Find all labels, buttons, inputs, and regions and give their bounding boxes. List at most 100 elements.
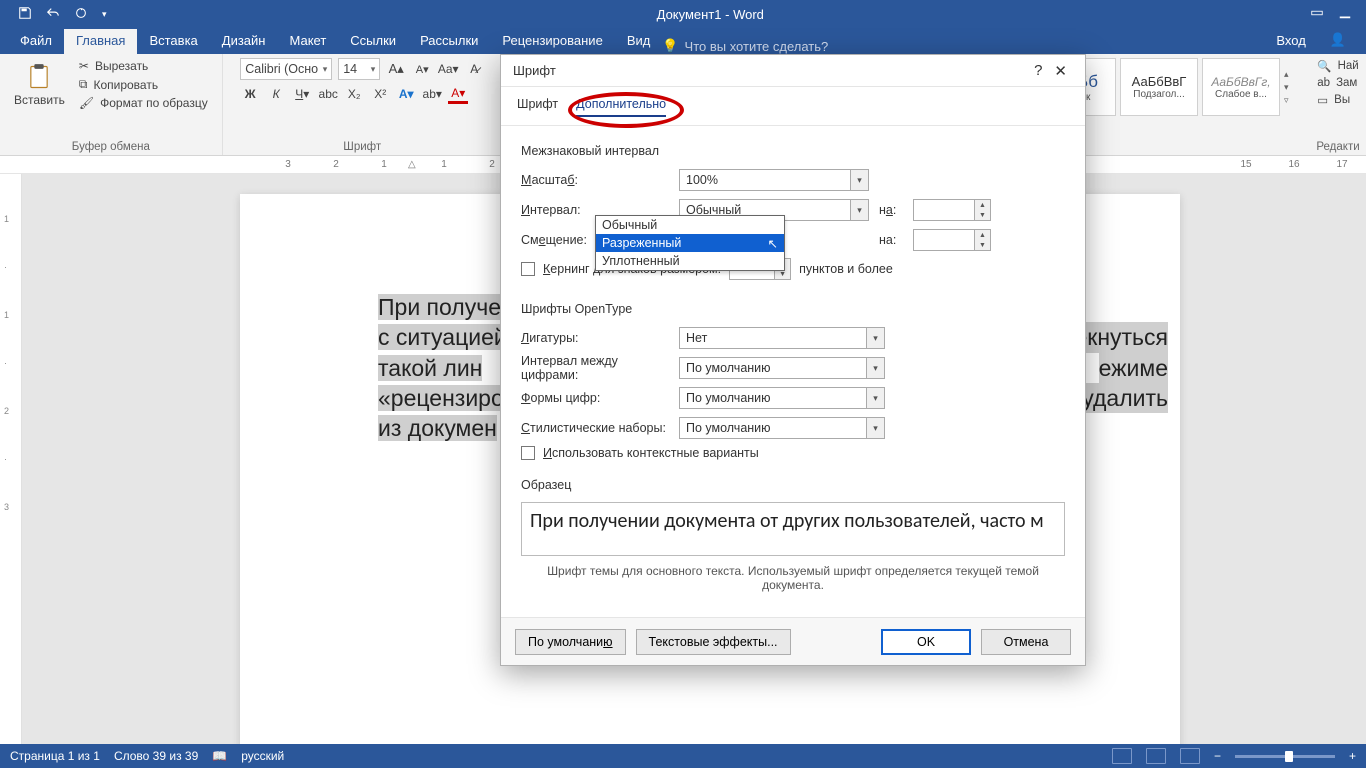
shrink-font-icon[interactable]: A▾ <box>412 59 432 79</box>
cancel-button[interactable]: Отмена <box>981 629 1071 655</box>
group-label-clipboard: Буфер обмена <box>72 141 150 153</box>
section-char-spacing: Межзнаковый интервал <box>521 144 1065 158</box>
numforms-label: Формы цифр: <box>521 391 669 405</box>
styles-more-icon[interactable]: ▴▾▿ <box>1284 58 1300 116</box>
paste-button[interactable]: Вставить <box>10 61 69 109</box>
highlight-icon[interactable]: ab▾ <box>422 84 442 104</box>
dialog-close-icon[interactable]: ✕ <box>1048 62 1073 80</box>
numspacing-label: Интервал между цифрами: <box>521 354 669 382</box>
style-subheading[interactable]: АаБбВвГПодзагол... <box>1120 58 1198 116</box>
font-name-combo[interactable]: Calibri (Осно▾ <box>240 58 332 80</box>
group-font: Calibri (Осно▾ 14▾ A▴ A▾ Aa▾ A̷ Ж К Ч▾ a… <box>223 54 503 155</box>
status-language[interactable]: русский <box>241 749 284 763</box>
select-button[interactable]: ▭ Вы <box>1313 92 1362 108</box>
view-read-icon[interactable] <box>1112 748 1132 764</box>
preview-box: При получении документа от других пользо… <box>521 502 1065 556</box>
dialog-tab-advanced[interactable]: Дополнительно <box>576 97 666 117</box>
zoom-out-icon[interactable]: − <box>1214 749 1221 763</box>
group-label-editing: Редакти <box>1316 141 1359 153</box>
strike-icon[interactable]: abc <box>318 84 338 104</box>
save-icon[interactable] <box>18 6 32 23</box>
find-button[interactable]: 🔍 Най <box>1313 58 1362 74</box>
cut-button[interactable]: ✂ Вырезать <box>75 58 212 74</box>
app-title: Документ1 - Word <box>125 7 1296 22</box>
dialog-button-bar: По умолчанию Текстовые эффекты... OK Отм… <box>501 617 1085 665</box>
dialog-help-icon[interactable]: ? <box>1028 62 1048 79</box>
spacing-by-spinner[interactable]: ▲▼ <box>913 199 991 221</box>
minimize-icon[interactable] <box>1338 6 1352 23</box>
format-painter-button[interactable]: 🖌 Формат по образцу <box>75 95 212 111</box>
tab-file[interactable]: Файл <box>8 29 64 54</box>
scale-combo[interactable]: 100%▾ <box>679 169 869 191</box>
section-preview: Образец <box>521 478 1065 492</box>
share-icon[interactable]: 👤 <box>1318 28 1358 54</box>
position-by-spinner[interactable]: ▲▼ <box>913 229 991 251</box>
copy-button[interactable]: ⧉ Копировать <box>75 76 212 93</box>
text-effects-icon[interactable]: A▾ <box>396 84 416 104</box>
tab-design[interactable]: Дизайн <box>210 29 278 54</box>
position-by-label: на: <box>879 233 903 247</box>
tab-mailings[interactable]: Рассылки <box>408 29 490 54</box>
kerning-checkbox[interactable] <box>521 262 535 276</box>
bold-icon[interactable]: Ж <box>240 84 260 104</box>
scale-label: Масштаб: <box>521 173 669 187</box>
clear-format-icon[interactable]: A̷ <box>464 59 484 79</box>
tab-layout[interactable]: Макет <box>277 29 338 54</box>
proofing-icon[interactable]: 📖 <box>212 749 227 763</box>
tab-references[interactable]: Ссылки <box>338 29 408 54</box>
tab-home[interactable]: Главная <box>64 29 137 54</box>
numspacing-combo[interactable]: По умолчанию▾ <box>679 357 885 379</box>
tab-view[interactable]: Вид <box>615 29 663 54</box>
group-label-font: Шрифт <box>343 141 381 153</box>
zoom-slider[interactable] <box>1235 755 1335 758</box>
spacing-option-normal[interactable]: Обычный <box>596 216 784 234</box>
tell-me-search[interactable]: 💡 Что вы хотите сделать? <box>662 38 828 54</box>
view-web-icon[interactable] <box>1180 748 1200 764</box>
undo-icon[interactable] <box>46 6 60 23</box>
ligatures-combo[interactable]: Нет▾ <box>679 327 885 349</box>
ok-button[interactable]: OK <box>881 629 971 655</box>
status-words[interactable]: Слово 39 из 39 <box>114 749 198 763</box>
scissors-icon: ✂ <box>79 59 89 73</box>
title-bar: ▾ Документ1 - Word <box>0 0 1366 28</box>
spacing-option-expanded[interactable]: Разреженный ↖ <box>596 234 784 252</box>
contextual-checkbox[interactable] <box>521 446 535 460</box>
superscript-icon[interactable]: X² <box>370 84 390 104</box>
font-color-icon[interactable]: A▾ <box>448 84 468 104</box>
text-effects-button[interactable]: Текстовые эффекты... <box>636 629 791 655</box>
section-opentype: Шрифты OpenType <box>521 302 1065 316</box>
italic-icon[interactable]: К <box>266 84 286 104</box>
signin-button[interactable]: Вход <box>1264 29 1317 54</box>
spacing-option-condensed[interactable]: Уплотненный <box>596 252 784 270</box>
dialog-tab-font[interactable]: Шрифт <box>517 97 558 117</box>
spacing-dropdown[interactable]: Обычный Разреженный ↖ Уплотненный <box>595 215 785 271</box>
numforms-combo[interactable]: По умолчанию▾ <box>679 387 885 409</box>
status-page[interactable]: Страница 1 из 1 <box>10 749 100 763</box>
zoom-in-icon[interactable]: + <box>1349 749 1356 763</box>
ligatures-label: Лигатуры: <box>521 331 669 345</box>
stylesets-combo[interactable]: По умолчанию▾ <box>679 417 885 439</box>
replace-button[interactable]: ab Зам <box>1313 76 1362 90</box>
cursor-icon: ↖ <box>768 236 778 251</box>
style-weak[interactable]: АаБбВвГг,Слабое в... <box>1202 58 1280 116</box>
font-dialog: Шрифт ? ✕ Шрифт Дополнительно Межзнаковы… <box>500 54 1086 666</box>
tab-review[interactable]: Рецензирование <box>490 29 614 54</box>
subscript-icon[interactable]: X₂ <box>344 84 364 104</box>
view-print-icon[interactable] <box>1146 748 1166 764</box>
ribbon-options-icon[interactable] <box>1310 6 1324 23</box>
copy-icon: ⧉ <box>79 77 88 92</box>
change-case-icon[interactable]: Aa▾ <box>438 59 458 79</box>
group-clipboard: Вставить ✂ Вырезать ⧉ Копировать 🖌 Форма… <box>0 54 223 155</box>
stylesets-label: Стилистические наборы: <box>521 421 669 435</box>
qat-dropdown-icon[interactable]: ▾ <box>102 9 107 20</box>
redo-icon[interactable] <box>74 6 88 23</box>
font-size-combo[interactable]: 14▾ <box>338 58 380 80</box>
dialog-titlebar: Шрифт ? ✕ <box>501 55 1085 87</box>
grow-font-icon[interactable]: A▴ <box>386 59 406 79</box>
vertical-ruler[interactable]: 1· 1· 2· 3 <box>0 174 22 744</box>
dialog-tabs: Шрифт Дополнительно <box>501 87 1085 126</box>
tab-insert[interactable]: Вставка <box>137 29 209 54</box>
ribbon-tabs: Файл Главная Вставка Дизайн Макет Ссылки… <box>0 28 1366 54</box>
default-button[interactable]: По умолчанию <box>515 629 626 655</box>
underline-icon[interactable]: Ч▾ <box>292 84 312 104</box>
